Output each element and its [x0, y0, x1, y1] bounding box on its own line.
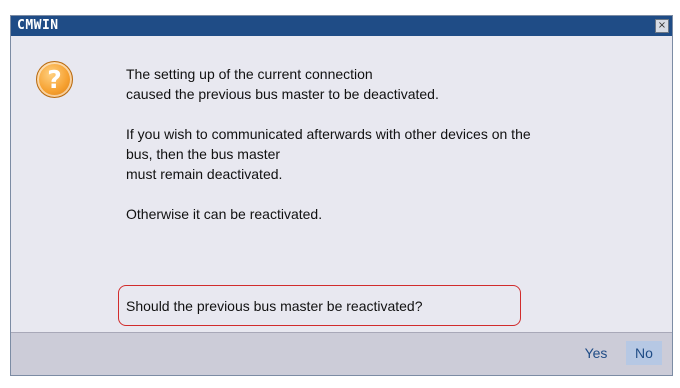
question-text: Should the previous bus master be reacti… [126, 298, 423, 314]
message-paragraph-1: The setting up of the current connection… [126, 64, 666, 104]
yes-button[interactable]: Yes [578, 341, 614, 365]
window-title: CMWIN [17, 18, 59, 33]
message-paragraph-3: Otherwise it can be reactivated. [126, 204, 666, 224]
message-line: bus, then the bus master [126, 146, 281, 162]
dialog-window: CMWIN × ? The setting up of the current … [10, 15, 673, 376]
message-line: must remain deactivated. [126, 166, 283, 182]
title-bar[interactable]: CMWIN × [11, 16, 672, 36]
question-icon: ? [36, 61, 73, 98]
message-paragraph-2: If you wish to communicated afterwards w… [126, 124, 666, 184]
dialog-body: ? The setting up of the current connecti… [11, 36, 672, 333]
button-bar: Yes No [11, 332, 672, 375]
message-line: caused the previous bus master to be dea… [126, 86, 439, 102]
message-line: Otherwise it can be reactivated. [126, 206, 323, 222]
close-icon[interactable]: × [655, 19, 669, 33]
message-line: The setting up of the current connection [126, 66, 373, 82]
message-line: If you wish to communicated afterwards w… [126, 126, 531, 142]
message-text: The setting up of the current connection… [126, 64, 666, 244]
no-button[interactable]: No [626, 341, 662, 365]
